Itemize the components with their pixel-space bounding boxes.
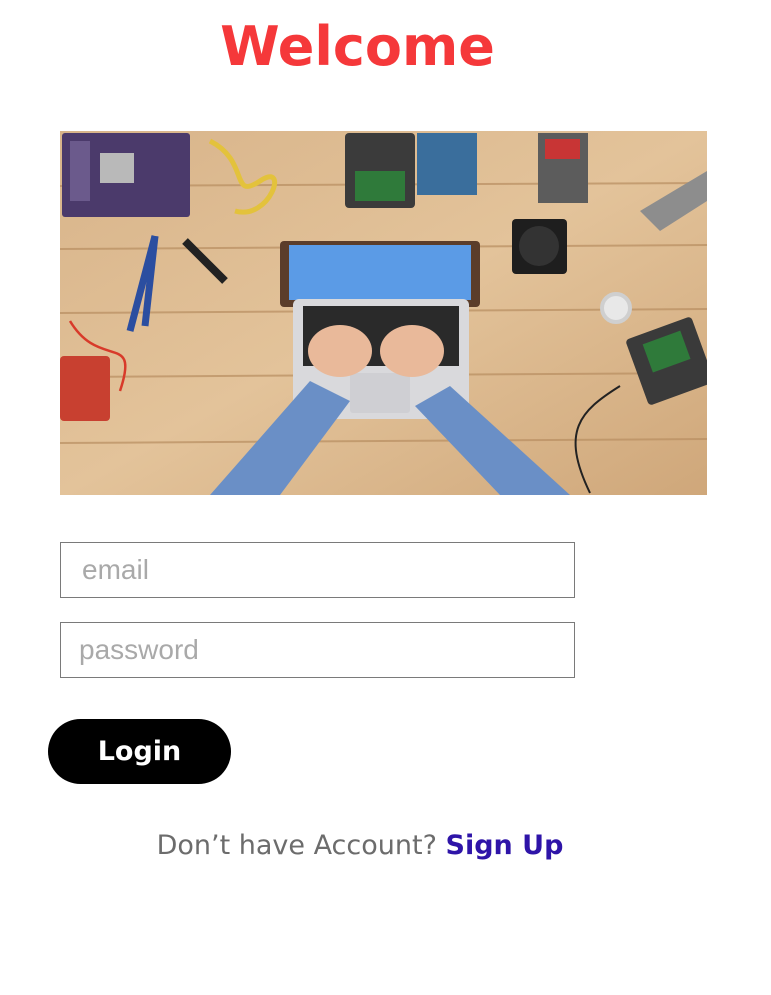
login-button[interactable]: Login [48,719,231,784]
hero-image [60,131,707,495]
email-field[interactable] [60,542,575,598]
signup-prompt: Don’t have Account? Sign Up [0,830,720,861]
signup-prompt-text: Don’t have Account? [156,830,437,861]
signup-link[interactable]: Sign Up [446,830,564,861]
page-title: Welcome [220,15,495,78]
password-field[interactable] [60,622,575,678]
workspace-photo-icon [60,131,707,495]
